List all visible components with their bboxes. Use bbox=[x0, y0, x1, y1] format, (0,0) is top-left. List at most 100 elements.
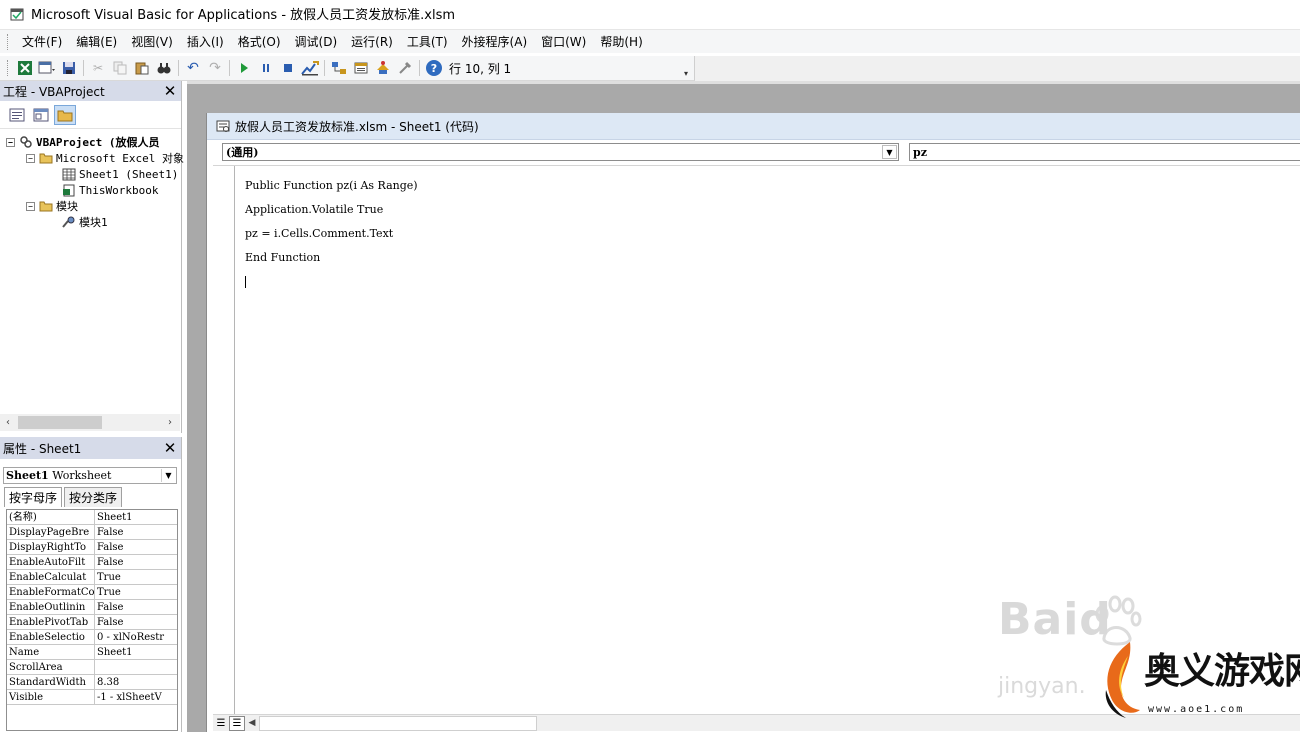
property-row[interactable]: EnablePivotTab False bbox=[7, 615, 177, 630]
procedure-view-icon[interactable]: ☰ bbox=[213, 716, 229, 731]
object-selector[interactable]: Sheet1 Worksheet ▼ bbox=[3, 467, 177, 484]
menu-view[interactable]: 视图(V) bbox=[125, 31, 181, 52]
break-icon[interactable] bbox=[255, 57, 277, 79]
tab-categorized[interactable]: 按分类序 bbox=[64, 487, 123, 507]
save-icon[interactable] bbox=[58, 57, 80, 79]
undo-icon[interactable]: ↶ bbox=[182, 57, 204, 79]
property-row[interactable]: EnableAutoFilt False bbox=[7, 555, 177, 570]
property-row[interactable]: EnableFormatCo True bbox=[7, 585, 177, 600]
help-icon[interactable]: ? bbox=[423, 57, 445, 79]
object-browser-icon[interactable] bbox=[372, 57, 394, 79]
collapse-icon[interactable]: − bbox=[26, 201, 35, 211]
toolbar-grip[interactable] bbox=[7, 60, 10, 76]
code-line[interactable]: pz = i.Cells.Comment.Text bbox=[245, 226, 418, 250]
toolbar-background bbox=[695, 56, 1300, 81]
code-window-titlebar[interactable]: 放假人员工资发放标准.xlsm - Sheet1 (代码) bbox=[207, 113, 1300, 140]
property-row[interactable]: ScrollArea bbox=[7, 660, 177, 675]
view-object-icon[interactable] bbox=[30, 105, 52, 125]
tree-item-excel-objects[interactable]: − Microsoft Excel 对象 bbox=[26, 150, 184, 166]
code-line[interactable]: Public Function pz(i As Range) bbox=[245, 178, 418, 202]
copy-icon[interactable] bbox=[109, 57, 131, 79]
property-value[interactable]: True bbox=[95, 585, 177, 599]
code-line[interactable]: End Function bbox=[245, 250, 418, 274]
property-row[interactable]: Visible -1 - xlSheetV bbox=[7, 690, 177, 705]
toolbar-overflow-icon[interactable]: ▾ bbox=[681, 58, 691, 78]
insert-userform-icon[interactable] bbox=[36, 57, 58, 79]
menu-addins[interactable]: 外接程序(A) bbox=[456, 31, 536, 52]
property-value[interactable]: False bbox=[95, 555, 177, 569]
project-explorer-toolbar bbox=[0, 101, 181, 129]
reset-icon[interactable] bbox=[277, 57, 299, 79]
procedure-combo[interactable]: pz bbox=[909, 143, 1300, 161]
toggle-folders-icon[interactable] bbox=[54, 104, 76, 125]
project-tree: − VBAProject (放假人员 − Microsoft Excel 对象 … bbox=[0, 131, 184, 416]
tab-alphabetic[interactable]: 按字母序 bbox=[4, 487, 63, 507]
project-horizontal-scrollbar[interactable]: ‹ › bbox=[0, 414, 180, 431]
tree-item-vbaproject[interactable]: − VBAProject (放假人员 bbox=[6, 134, 159, 150]
property-row[interactable]: EnableOutlinin False bbox=[7, 600, 177, 615]
property-value[interactable]: False bbox=[95, 615, 177, 629]
property-value[interactable]: -1 - xlSheetV bbox=[95, 690, 177, 704]
horizontal-scroll-track[interactable] bbox=[259, 715, 537, 731]
property-row[interactable]: (名称) Sheet1 bbox=[7, 510, 177, 525]
code-margin[interactable] bbox=[213, 166, 235, 714]
toolbox-icon[interactable] bbox=[394, 57, 416, 79]
menu-insert[interactable]: 插入(I) bbox=[181, 31, 232, 52]
property-row[interactable]: DisplayPageBre False bbox=[7, 525, 177, 540]
close-icon[interactable]: ✕ bbox=[161, 439, 179, 457]
property-row[interactable]: StandardWidth 8.38 bbox=[7, 675, 177, 690]
property-value[interactable]: Sheet1 bbox=[95, 645, 177, 659]
full-module-view-icon[interactable]: ☰ bbox=[229, 715, 245, 731]
property-value[interactable]: 0 - xlNoRestr bbox=[95, 630, 177, 644]
tree-item-modules[interactable]: − 模块 bbox=[26, 198, 78, 214]
property-value[interactable]: True bbox=[95, 570, 177, 584]
menu-debug[interactable]: 调试(D) bbox=[289, 31, 346, 52]
redo-icon[interactable]: ↷ bbox=[204, 57, 226, 79]
excel-icon[interactable] bbox=[14, 57, 36, 79]
property-value[interactable]: 8.38 bbox=[95, 675, 177, 689]
property-value[interactable] bbox=[95, 660, 177, 674]
menu-format[interactable]: 格式(O) bbox=[232, 31, 289, 52]
jingyan-watermark: jingyan. bbox=[998, 674, 1086, 699]
cut-icon[interactable]: ✂ bbox=[87, 57, 109, 79]
menu-grip[interactable] bbox=[7, 33, 10, 50]
collapse-icon[interactable]: − bbox=[26, 153, 35, 163]
design-mode-icon[interactable] bbox=[299, 57, 321, 79]
property-row[interactable]: Name Sheet1 bbox=[7, 645, 177, 660]
code-text[interactable]: Public Function pz(i As Range) Applicati… bbox=[245, 178, 418, 288]
tree-item-thisworkbook[interactable]: ThisWorkbook bbox=[62, 182, 158, 198]
object-combo[interactable]: (通用) ▼ bbox=[222, 143, 899, 161]
scroll-right-icon[interactable]: › bbox=[162, 417, 178, 428]
property-row[interactable]: EnableCalculat True bbox=[7, 570, 177, 585]
menu-help[interactable]: 帮助(H) bbox=[594, 31, 650, 52]
property-value[interactable]: Sheet1 bbox=[95, 510, 177, 524]
menu-run[interactable]: 运行(R) bbox=[345, 31, 401, 52]
code-line[interactable]: Application.Volatile True bbox=[245, 202, 418, 226]
property-value[interactable]: False bbox=[95, 525, 177, 539]
dropdown-arrow-icon[interactable]: ▼ bbox=[161, 469, 175, 482]
dropdown-arrow-icon[interactable]: ▼ bbox=[882, 145, 897, 159]
find-icon[interactable] bbox=[153, 57, 175, 79]
close-icon[interactable]: ✕ bbox=[161, 82, 179, 100]
menu-window[interactable]: 窗口(W) bbox=[535, 31, 594, 52]
property-row[interactable]: DisplayRightTo False bbox=[7, 540, 177, 555]
tree-item-module1[interactable]: 模块1 bbox=[62, 214, 108, 230]
menu-edit[interactable]: 编辑(E) bbox=[70, 31, 125, 52]
property-value[interactable]: False bbox=[95, 600, 177, 614]
project-explorer-header: 工程 - VBAProject ✕ bbox=[0, 81, 181, 101]
properties-icon[interactable] bbox=[350, 57, 372, 79]
menu-file[interactable]: 文件(F) bbox=[16, 31, 70, 52]
scroll-left-icon[interactable]: ‹ bbox=[0, 417, 16, 428]
view-code-icon[interactable] bbox=[6, 105, 28, 125]
tree-item-sheet1[interactable]: Sheet1 (Sheet1) bbox=[62, 166, 178, 182]
scroll-thumb[interactable] bbox=[18, 416, 102, 429]
project-explorer-icon[interactable] bbox=[328, 57, 350, 79]
procedure-combo-value: pz bbox=[913, 145, 927, 159]
scroll-left-icon[interactable]: ◀ bbox=[245, 718, 259, 728]
run-icon[interactable] bbox=[233, 57, 255, 79]
collapse-icon[interactable]: − bbox=[6, 137, 15, 147]
menu-tools[interactable]: 工具(T) bbox=[401, 31, 456, 52]
property-value[interactable]: False bbox=[95, 540, 177, 554]
property-row[interactable]: EnableSelectio 0 - xlNoRestr bbox=[7, 630, 177, 645]
paste-icon[interactable] bbox=[131, 57, 153, 79]
